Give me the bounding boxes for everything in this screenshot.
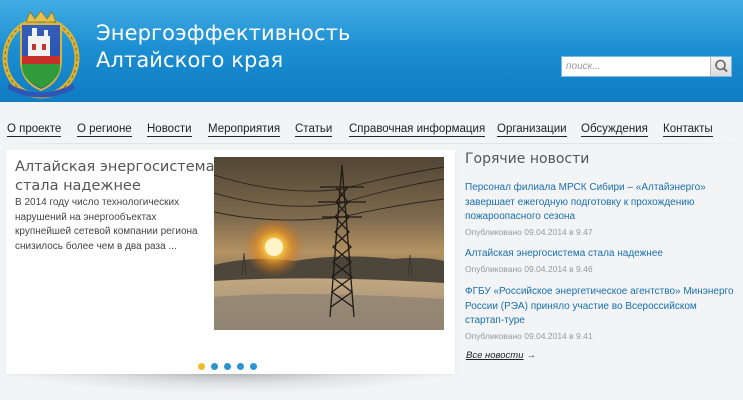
all-news-link[interactable]: Все новости →: [466, 350, 536, 361]
news-date: Опубликовано 09.04.2014 в 9.47: [465, 226, 593, 237]
nav-item-events[interactable]: Мероприятия: [208, 122, 281, 137]
site-header: Энергоэффективность Алтайского края: [0, 0, 743, 102]
nav-divider: [0, 143, 743, 144]
news-date: Опубликовано 09.04.2014 в 9.46: [465, 263, 593, 274]
nav-item-discussions[interactable]: Обсуждения: [581, 122, 648, 137]
featured-slider: Алтайская энергосистема стала надежнее В…: [6, 150, 455, 374]
slide-title[interactable]: Алтайская энергосистема стала надежнее: [15, 158, 215, 196]
altai-krai-coat-of-arms-icon[interactable]: [2, 10, 80, 100]
arrow-right-icon: →: [526, 350, 537, 361]
nav-item-about-project[interactable]: О проекте: [7, 122, 62, 137]
news-headline-link[interactable]: Персонал филиала МРСК Сибири – «Алтайэне…: [465, 181, 737, 225]
nav-item-organizations[interactable]: Организации: [497, 122, 567, 137]
news-item: Персонал филиала МРСК Сибири – «Алтайэне…: [465, 181, 737, 237]
magnifier-icon: [715, 59, 728, 73]
site-title[interactable]: Энергоэффективность Алтайского края: [96, 20, 350, 74]
slider-dot-4[interactable]: [237, 363, 244, 370]
nav-item-articles[interactable]: Статьи: [295, 122, 333, 137]
slider-dot-3[interactable]: [224, 363, 231, 370]
slide-text: В 2014 году число технологических наруше…: [15, 197, 198, 252]
news-headline-link[interactable]: ФГБУ «Российское энергетическое агентств…: [465, 285, 737, 329]
site-title-line1: Энергоэффективность: [96, 21, 351, 45]
news-headline-link[interactable]: Алтайская энергосистема стала надежнее: [465, 247, 737, 262]
nav-item-contacts[interactable]: Контакты: [663, 122, 713, 137]
news-item: ФГБУ «Российское энергетическое агентств…: [465, 285, 737, 341]
news-item: Алтайская энергосистема стала надежнее О…: [465, 247, 737, 274]
slider-dot-2[interactable]: [211, 363, 218, 370]
slider-pagination: [198, 363, 268, 373]
main-nav: О проекте О регионе Новости Мероприятия …: [0, 122, 743, 142]
site-title-line2: Алтайского края: [96, 48, 284, 72]
search-button[interactable]: [710, 57, 731, 76]
slide-photo[interactable]: [214, 157, 444, 330]
slider-dot-5[interactable]: [250, 363, 257, 370]
nav-item-reference[interactable]: Справочная информация: [349, 122, 486, 137]
search-input[interactable]: [562, 57, 710, 76]
hot-news-heading: Горячие новости: [465, 151, 590, 167]
news-date: Опубликовано 09.04.2014 в 9.41: [465, 330, 593, 341]
all-news-label: Все новости: [466, 350, 524, 361]
search-box: [561, 56, 732, 77]
nav-item-news[interactable]: Новости: [147, 122, 192, 137]
nav-item-about-region[interactable]: О регионе: [77, 122, 132, 137]
slider-dot-1[interactable]: [198, 363, 205, 370]
